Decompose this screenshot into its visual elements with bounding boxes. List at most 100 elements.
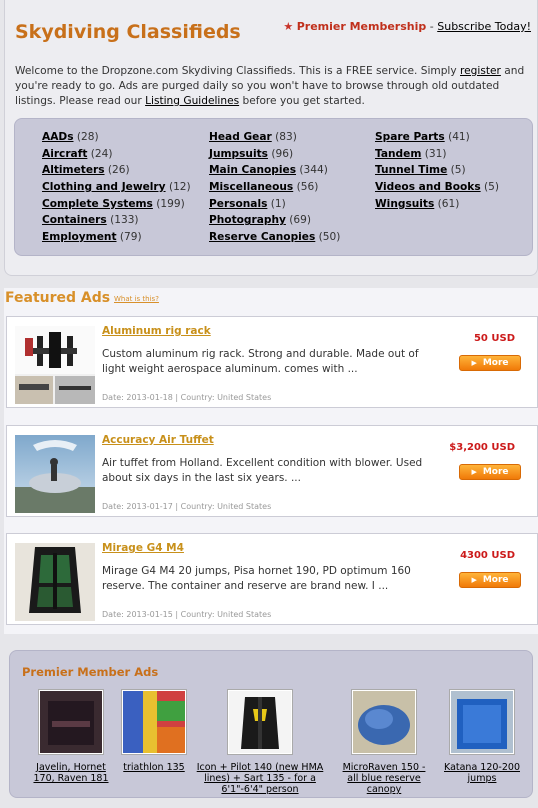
category-count: (133) xyxy=(110,214,139,227)
ad-title-link[interactable]: Aluminum rig rack xyxy=(102,325,211,337)
intro-text: Welcome to the Dropzone.com Skydiving Cl… xyxy=(15,64,530,109)
premier-ad-caption[interactable]: Katana 120-200 jumps xyxy=(444,762,520,784)
premier-ad-photo[interactable] xyxy=(351,689,417,755)
separator: - xyxy=(429,20,434,33)
category-count: (24) xyxy=(90,147,113,160)
premier-ad-caption[interactable]: triathlon 135 xyxy=(118,762,190,773)
category-count: (96) xyxy=(271,147,294,160)
premier-ad-1[interactable]: Javelin, Hornet 170, Raven 181 xyxy=(28,689,114,784)
category-link[interactable]: Employment xyxy=(42,231,117,243)
category-item: Employment (79) xyxy=(42,231,191,248)
category-link[interactable]: Jumpsuits xyxy=(209,148,268,160)
category-link[interactable]: Reserve Canopies xyxy=(209,231,315,243)
category-count: (56) xyxy=(296,181,319,194)
category-count: (344) xyxy=(299,164,328,177)
ad-price: 50 USD xyxy=(473,333,515,344)
category-link[interactable]: AADs xyxy=(42,131,74,143)
ad-title-link[interactable]: Accuracy Air Tuffet xyxy=(102,434,214,446)
ad-photo-container[interactable] xyxy=(15,543,95,621)
category-link[interactable]: Photography xyxy=(209,214,286,226)
premier-ad-photo[interactable] xyxy=(121,689,187,755)
category-link[interactable]: Aircraft xyxy=(42,148,87,160)
category-item: Wingsuits (61) xyxy=(375,198,499,215)
premier-ad-caption[interactable]: Icon + Pilot 140 (new HMA lines) + Sart … xyxy=(190,762,330,795)
featured-title: Featured Ads xyxy=(5,290,111,306)
premier-ad-4[interactable]: MicroRaven 150 - all blue reserve canopy xyxy=(336,689,432,795)
category-link[interactable]: Clothing and Jewelry xyxy=(42,181,166,193)
category-link[interactable]: Wingsuits xyxy=(375,198,434,210)
premier-ad-5[interactable]: Katana 120-200 jumps xyxy=(444,689,520,784)
category-link[interactable]: Complete Systems xyxy=(42,198,153,210)
category-link[interactable]: Videos and Books xyxy=(375,181,481,193)
premier-ad-photo[interactable] xyxy=(227,689,293,755)
category-item: Jumpsuits (96) xyxy=(209,148,340,165)
more-button[interactable]: ▶ More xyxy=(459,355,521,371)
ad-photo-rig-rack[interactable] xyxy=(15,326,95,404)
ad-price: $3,200 USD xyxy=(449,442,515,453)
more-button[interactable]: ▶ More xyxy=(459,572,521,588)
ad-meta: Date: 2013-01-17 | Country: United State… xyxy=(102,502,272,511)
premier-member-ads-panel: Premier Member Ads Javelin, Hornet 170, … xyxy=(9,650,533,798)
category-column-1: AADs (28) Aircraft (24) Altimeters (26) Clo… xyxy=(42,131,191,248)
category-count: (5) xyxy=(484,181,500,194)
featured-ad-3: Mirage G4 M4 Mirage G4 M4 20 jumps, Pisa… xyxy=(6,533,538,625)
register-link[interactable]: register xyxy=(460,65,501,77)
category-link[interactable]: Containers xyxy=(42,214,107,226)
category-count: (199) xyxy=(156,197,185,210)
category-item: Spare Parts (41) xyxy=(375,131,499,148)
featured-ad-2: Accuracy Air Tuffet Air tuffet from Holl… xyxy=(6,425,538,517)
category-link[interactable]: Spare Parts xyxy=(375,131,445,143)
category-count: (79) xyxy=(119,231,142,244)
premier-ad-3[interactable]: Icon + Pilot 140 (new HMA lines) + Sart … xyxy=(190,689,330,795)
arrow-right-icon: ▶ xyxy=(471,576,477,584)
category-item: AADs (28) xyxy=(42,131,191,148)
category-panel: AADs (28) Aircraft (24) Altimeters (26) Clo… xyxy=(14,118,533,256)
ad-photo-air-tuffet[interactable] xyxy=(15,435,95,513)
category-link[interactable]: Tunnel Time xyxy=(375,164,447,176)
category-link[interactable]: Head Gear xyxy=(209,131,272,143)
star-icon: ★ xyxy=(283,20,294,33)
category-item: Complete Systems (199) xyxy=(42,198,191,215)
category-link[interactable]: Miscellaneous xyxy=(209,181,293,193)
arrow-right-icon: ▶ xyxy=(471,359,477,367)
arrow-right-icon: ▶ xyxy=(471,468,477,476)
premier-links: ★ Premier Membership - Subscribe Today! xyxy=(283,20,531,33)
category-link[interactable]: Main Canopies xyxy=(209,164,296,176)
category-item: Containers (133) xyxy=(42,214,191,231)
category-count: (1) xyxy=(270,197,286,210)
category-item: Reserve Canopies (50) xyxy=(209,231,340,248)
featured-ads-section: Featured Ads What is this? Aluminum rig … xyxy=(4,288,538,634)
category-item: Head Gear (83) xyxy=(209,131,340,148)
category-item: Aircraft (24) xyxy=(42,148,191,165)
page-title: Skydiving Classifieds xyxy=(15,21,241,43)
featured-ad-1: Aluminum rig rack Custom aluminum rig ra… xyxy=(6,316,538,408)
more-button[interactable]: ▶ More xyxy=(459,464,521,480)
premier-ad-photo[interactable] xyxy=(449,689,515,755)
category-item: Main Canopies (344) xyxy=(209,164,340,181)
premier-ad-photo[interactable] xyxy=(38,689,104,755)
ad-description: Air tuffet from Holland. Excellent condi… xyxy=(102,457,423,484)
category-count: (41) xyxy=(448,131,470,143)
category-item: Videos and Books (5) xyxy=(375,181,499,198)
more-label: More xyxy=(482,467,509,477)
ad-title-link[interactable]: Mirage G4 M4 xyxy=(102,542,184,554)
category-item: Miscellaneous (56) xyxy=(209,181,340,198)
listing-guidelines-link[interactable]: Listing Guidelines xyxy=(145,95,239,107)
premier-ad-caption[interactable]: Javelin, Hornet 170, Raven 181 xyxy=(28,762,114,784)
category-item: Tandem (31) xyxy=(375,148,499,165)
ad-meta: Date: 2013-01-18 | Country: United State… xyxy=(102,393,272,402)
category-count: (12) xyxy=(168,181,191,194)
premier-ads-title: Premier Member Ads xyxy=(22,665,159,679)
premier-ad-caption[interactable]: MicroRaven 150 - all blue reserve canopy xyxy=(336,762,432,795)
category-link[interactable]: Personals xyxy=(209,198,267,210)
ad-price: 4300 USD xyxy=(460,550,515,561)
subscribe-link[interactable]: Subscribe Today! xyxy=(437,20,531,33)
category-link[interactable]: Tandem xyxy=(375,148,421,160)
premier-ad-2[interactable]: triathlon 135 xyxy=(118,689,190,773)
category-link[interactable]: Altimeters xyxy=(42,164,105,176)
what-is-this-link[interactable]: What is this? xyxy=(114,295,159,303)
ad-description: Custom aluminum rig rack. Strong and dur… xyxy=(102,348,419,375)
premier-membership-link[interactable]: Premier Membership xyxy=(297,20,427,33)
more-label: More xyxy=(482,358,509,368)
ad-meta: Date: 2013-01-15 | Country: United State… xyxy=(102,610,272,619)
